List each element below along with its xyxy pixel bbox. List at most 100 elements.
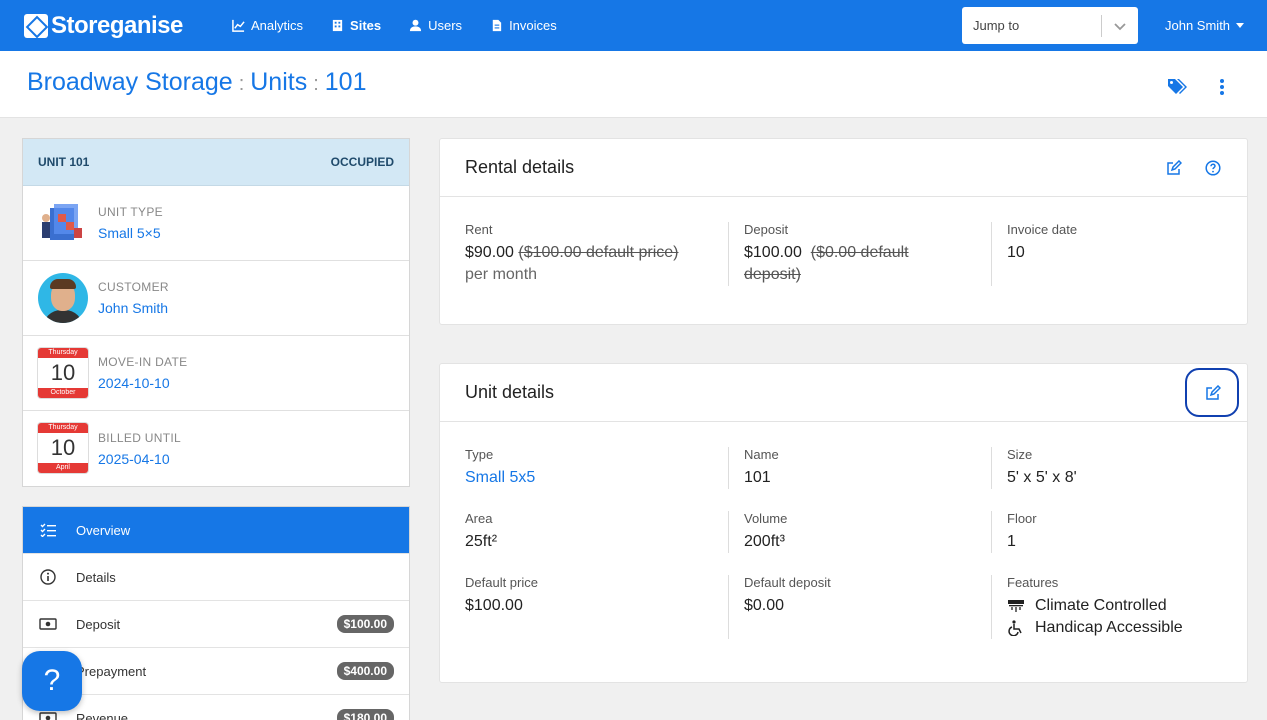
status-badge: OCCUPIED: [330, 155, 394, 169]
menu-item-details[interactable]: Details: [23, 554, 409, 601]
default-price-field: Default price $100.00: [465, 575, 728, 639]
breadcrumb-section[interactable]: Units: [250, 68, 307, 97]
volume-value: 200ft³: [744, 533, 785, 550]
nav-invoices-label: Invoices: [509, 18, 557, 33]
customer-link[interactable]: John Smith: [98, 300, 169, 316]
menu-item-deposit[interactable]: Deposit $100.00: [23, 601, 409, 648]
jump-to-select[interactable]: Jump to: [962, 7, 1138, 44]
unit-type-label: UNIT TYPE: [98, 205, 163, 219]
floor-value: 1: [1007, 533, 1016, 550]
calendar-month: April: [38, 463, 88, 473]
customer-label: CUSTOMER: [98, 280, 169, 294]
air-conditioner-icon: [1007, 599, 1025, 613]
user-menu[interactable]: John Smith: [1165, 18, 1245, 33]
rental-fields: Rent $90.00 ($100.00 default price) per …: [440, 197, 1247, 286]
main-nav: Analytics Sites Users Invoices: [232, 0, 585, 51]
breadcrumb-separator: :: [238, 73, 245, 95]
calendar-date: 10: [50, 435, 76, 460]
customer-row: CUSTOMER John Smith: [23, 261, 409, 336]
deposit-value-wrap: $100.00 ($0.00 default deposit): [744, 242, 991, 286]
calendar-date: 10: [50, 359, 76, 385]
move-in-calendar-wrap: Thursday 10 October: [38, 347, 89, 399]
volume-label: Volume: [744, 511, 788, 526]
breadcrumb-separator: :: [313, 73, 319, 95]
unit-type-link[interactable]: Small 5×5: [98, 225, 163, 241]
cash-icon: [39, 615, 57, 633]
nav-invoices[interactable]: Invoices: [490, 18, 557, 33]
more-vertical-icon[interactable]: [1219, 79, 1225, 95]
top-navbar: Storeganise Analytics Sites Users Invoic…: [0, 0, 1267, 51]
checklist-icon: [39, 521, 57, 539]
deposit-value: $100.00: [744, 244, 802, 261]
edit-icon[interactable]: [1163, 157, 1185, 179]
rent-value: $90.00: [465, 244, 514, 261]
building-icon: [332, 19, 343, 32]
calendar-month: October: [38, 387, 88, 398]
help-circle-icon[interactable]: [1202, 157, 1224, 179]
nav-users[interactable]: Users: [409, 18, 462, 33]
menu-item-label: Details: [76, 569, 116, 585]
unit-summary-header: UNIT 101 OCCUPIED: [23, 139, 409, 186]
tags-icon[interactable]: [1167, 78, 1187, 96]
feature-item: Climate Controlled: [1007, 595, 1253, 617]
rent-field: Rent $90.00 ($100.00 default price) per …: [465, 222, 728, 286]
billed-until-label: BILLED UNTIL: [98, 430, 181, 445]
nav-users-label: Users: [428, 18, 463, 33]
nav-sites[interactable]: Sites: [331, 18, 381, 33]
name-value: 101: [744, 469, 771, 486]
chart-icon: [232, 19, 245, 32]
unit-type-row: UNIT TYPE Small 5×5: [23, 186, 409, 261]
default-deposit-field: Default deposit $0.00: [728, 575, 991, 639]
billed-until-date[interactable]: 2025-04-10: [98, 451, 181, 467]
floor-field: Floor 1: [991, 511, 1253, 553]
type-field: Type Small 5x5: [465, 447, 728, 489]
size-label: Size: [1007, 447, 1033, 462]
brand-logo[interactable]: Storeganise: [24, 12, 183, 40]
unit-fields: Type Small 5x5 Name 101 Size 5' x 5' x 8…: [440, 422, 1247, 639]
floor-label: Floor: [1007, 511, 1037, 526]
chevron-down-icon[interactable]: [1102, 21, 1138, 31]
menu-item-label: Overview: [76, 522, 131, 538]
menu-item-label: Deposit: [76, 616, 121, 632]
calendar-icon: Thursday 10 April: [38, 423, 88, 473]
invoice-icon: [492, 19, 502, 32]
edit-icon[interactable]: [1202, 382, 1224, 404]
wheelchair-icon: [1007, 620, 1025, 636]
name-label: Name: [744, 447, 779, 462]
nav-sites-label: Sites: [350, 18, 382, 33]
breadcrumb: Broadway Storage : Units : 101: [27, 68, 367, 97]
amount-badge: $180.00: [336, 709, 394, 720]
invoice-date-field: Invoice date 10: [991, 222, 1253, 286]
logo-icon: [24, 14, 48, 38]
feature-label: Climate Controlled: [1035, 597, 1167, 614]
amount-badge: $100.00: [336, 615, 394, 633]
nav-analytics[interactable]: Analytics: [232, 18, 303, 33]
amount-badge: $400.00: [336, 662, 394, 680]
unit-details-card: Unit details Type Small 5x5 Name 101 Siz…: [439, 363, 1248, 683]
type-link[interactable]: Small 5x5: [465, 469, 535, 486]
default-price-value: $100.00: [465, 597, 523, 614]
area-field: Area 25ft²: [465, 511, 728, 553]
invoice-date-value: 10: [1007, 244, 1025, 261]
move-in-date[interactable]: 2024-10-10: [98, 375, 187, 391]
jump-to-placeholder: Jump to: [973, 18, 1020, 33]
help-button[interactable]: ?: [22, 651, 82, 711]
nav-analytics-label: Analytics: [251, 18, 304, 33]
unit-details-title: Unit details: [465, 382, 555, 402]
breadcrumb-site[interactable]: Broadway Storage: [27, 68, 233, 97]
name-field: Name 101: [728, 447, 991, 489]
area-label: Area: [465, 511, 493, 526]
size-value: 5' x 5' x 8': [1007, 469, 1077, 486]
header-actions: [1167, 78, 1225, 96]
move-in-row: Thursday 10 October MOVE-IN DATE 2024-10…: [23, 336, 409, 411]
features-label: Features: [1007, 575, 1059, 590]
default-price-label: Default price: [465, 575, 538, 590]
caret-down-icon: [1236, 23, 1245, 28]
info-icon: [39, 568, 57, 586]
menu-item-overview[interactable]: Overview: [23, 507, 409, 554]
unit-summary-card: UNIT 101 OCCUPIED UNIT TYPE Small 5×5 CU…: [22, 138, 410, 487]
rent-period: per month: [465, 266, 538, 283]
brand-name: Storeganise: [51, 12, 183, 39]
invoice-date-label: Invoice date: [1007, 222, 1078, 237]
volume-field: Volume 200ft³: [728, 511, 991, 553]
